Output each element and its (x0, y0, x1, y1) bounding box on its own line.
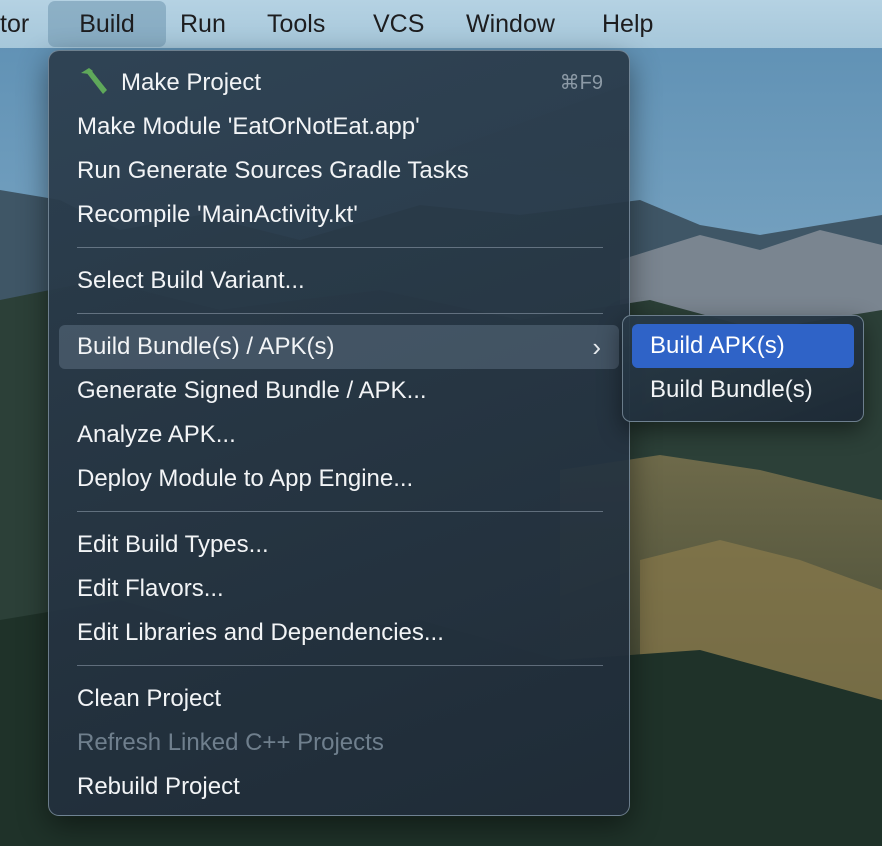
menu-item-deploy-module[interactable]: Deploy Module to App Engine... (59, 457, 619, 501)
shortcut-label: ⌘F9 (559, 72, 603, 94)
menu-item-make-module[interactable]: Make Module 'EatOrNotEat.app' (59, 105, 619, 149)
build-bundles-submenu: Build APK(s) Build Bundle(s) (622, 315, 864, 422)
menu-item-rebuild-project[interactable]: Rebuild Project (59, 765, 619, 809)
menubar-item-tools[interactable]: Tools (267, 1, 325, 47)
menubar-item-run[interactable]: Run (180, 1, 226, 47)
menu-item-label: Build Bundle(s) / APK(s) (77, 333, 335, 360)
chevron-right-icon: › (592, 332, 601, 362)
menubar-item-build[interactable]: Build (48, 1, 166, 47)
menu-item-label: Make Project (121, 69, 262, 96)
menubar-item-vcs[interactable]: VCS (373, 1, 424, 47)
menu-item-make-project[interactable]: Make Project ⌘F9 (59, 61, 619, 105)
menu-item-recompile[interactable]: Recompile 'MainActivity.kt' (59, 193, 619, 237)
menu-item-generate-signed-bundle[interactable]: Generate Signed Bundle / APK... (59, 369, 619, 413)
submenu-item-build-apks[interactable]: Build APK(s) (632, 324, 854, 368)
menu-item-edit-build-types[interactable]: Edit Build Types... (59, 523, 619, 567)
submenu-item-build-bundles[interactable]: Build Bundle(s) (632, 368, 854, 412)
menu-item-edit-flavors[interactable]: Edit Flavors... (59, 567, 619, 611)
menu-separator (77, 247, 603, 248)
menu-separator (77, 313, 603, 314)
menubar-item-help[interactable]: Help (602, 1, 653, 47)
menubar-item-editor[interactable]: tor (0, 1, 35, 47)
menubar-item-window[interactable]: Window (466, 1, 555, 47)
menu-item-analyze-apk[interactable]: Analyze APK... (59, 413, 619, 457)
hammer-icon (77, 66, 111, 96)
menu-separator (77, 511, 603, 512)
menu-item-refresh-linked-cpp: Refresh Linked C++ Projects (77, 729, 384, 756)
menu-item-select-build-variant[interactable]: Select Build Variant... (59, 259, 619, 303)
menu-item-build-bundles-apks[interactable]: Build Bundle(s) / APK(s) › (59, 325, 619, 369)
menu-item-edit-libraries[interactable]: Edit Libraries and Dependencies... (59, 611, 619, 655)
build-menu: Make Project ⌘F9 Make Module 'EatOrNotEa… (48, 50, 630, 816)
menu-separator (77, 665, 603, 666)
menu-item-clean-project[interactable]: Clean Project (59, 677, 619, 721)
menu-item-run-generate-sources[interactable]: Run Generate Sources Gradle Tasks (59, 149, 619, 193)
menu-bar: tor Build Run Tools VCS Window Help (0, 0, 882, 48)
